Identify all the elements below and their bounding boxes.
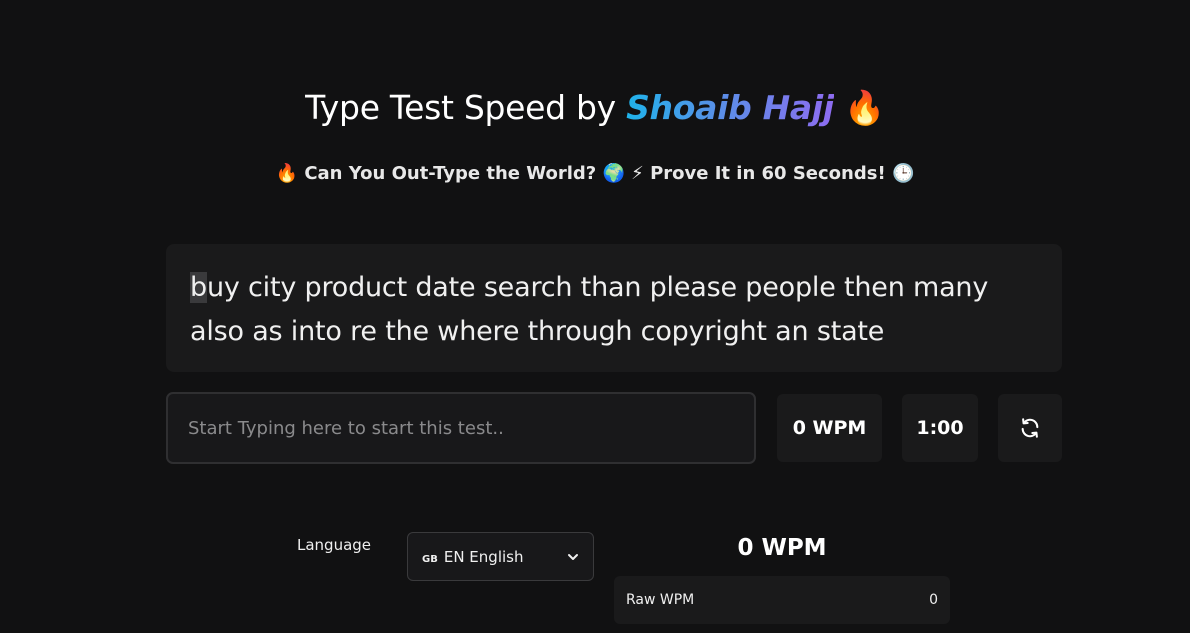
gb-flag-icon: GB <box>422 553 438 565</box>
page-title: Type Test Speed by Shoaib Hajj 🔥 <box>0 88 1190 128</box>
reset-button[interactable] <box>998 394 1062 462</box>
typing-test-page: Type Test Speed by Shoaib Hajj 🔥 🔥 Can Y… <box>0 0 1190 633</box>
result-wpm: 0 WPM <box>737 535 827 561</box>
typing-input[interactable] <box>166 392 756 464</box>
refresh-icon <box>1021 418 1039 438</box>
page-subtitle: 🔥 Can You Out-Type the World? 🌍 ⚡ Prove … <box>275 163 915 184</box>
timer-display: 1:00 <box>902 394 978 462</box>
test-text: uy city product date search than please … <box>190 272 989 347</box>
test-text-panel: buy city product date search than please… <box>166 244 1062 372</box>
wpm-display: 0 WPM <box>777 394 882 462</box>
language-select[interactable]: GB EN English <box>407 532 594 581</box>
language-value: EN English <box>443 547 524 566</box>
language-label: Language <box>297 536 372 554</box>
raw-wpm-value: 0 <box>929 592 938 608</box>
fire-icon: 🔥 <box>844 88 885 127</box>
raw-wpm-label: Raw WPM <box>626 592 695 608</box>
title-prefix: Type Test Speed by <box>305 88 627 127</box>
language-selected: GB EN English <box>422 548 523 566</box>
chevron-down-icon <box>568 553 578 560</box>
raw-wpm-row: Raw WPM 0 <box>614 576 950 624</box>
current-character: b <box>190 272 207 303</box>
author-name: Shoaib Hajj <box>626 88 834 127</box>
